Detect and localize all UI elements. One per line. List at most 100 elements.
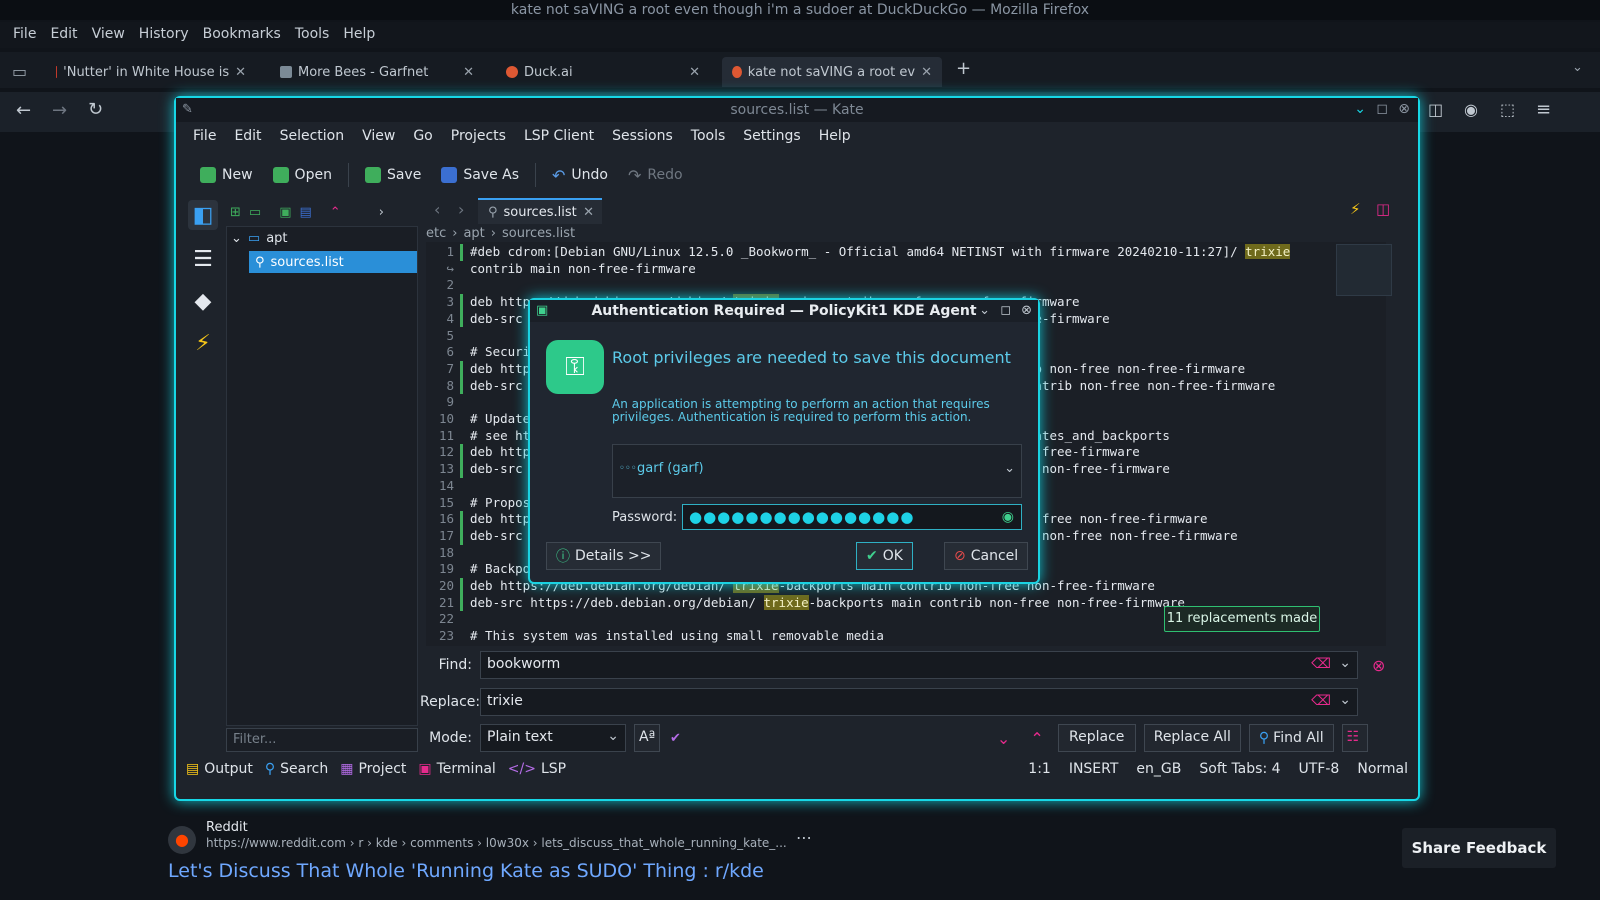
lsp-tool-button[interactable]: </> LSP — [502, 761, 572, 777]
back-arrow-icon[interactable]: ← — [16, 100, 31, 121]
menu-go[interactable]: Go — [404, 124, 441, 150]
close-search-icon[interactable]: ⊗ — [1372, 656, 1385, 675]
chevron-right-icon[interactable]: › — [458, 200, 464, 219]
user-select[interactable]: ◦◦◦ garf (garf) ⌄ — [612, 444, 1022, 498]
share-feedback-button[interactable]: Share Feedback — [1402, 828, 1556, 868]
window-close-icon[interactable]: ⊗ — [1398, 101, 1410, 117]
account-icon[interactable]: ◉ — [1464, 100, 1478, 119]
redo-button[interactable]: ↷ Redo — [620, 162, 691, 189]
lightning-icon[interactable]: ⚡ — [188, 328, 218, 358]
encoding[interactable]: UTF-8 — [1299, 761, 1340, 777]
input-mode[interactable]: INSERT — [1069, 761, 1119, 777]
pocket-icon[interactable]: ◫ — [1428, 100, 1443, 119]
ff-menu-edit[interactable]: Edit — [43, 22, 84, 48]
ff-menu-history[interactable]: History — [132, 22, 196, 48]
close-icon[interactable]: ✕ — [235, 65, 246, 80]
documents-panel-icon[interactable]: ◧ — [188, 200, 218, 230]
save-icon[interactable]: ▣ — [279, 205, 291, 220]
menu-sessions[interactable]: Sessions — [603, 124, 682, 150]
menu-tools[interactable]: Tools — [682, 124, 735, 150]
chevron-right-icon[interactable]: › — [379, 205, 384, 220]
tab-sources-list[interactable]: ⚲ sources.list ✕ — [478, 198, 602, 224]
more-options-icon[interactable]: ⋯ — [796, 828, 812, 847]
minimize-icon[interactable]: ⌄ — [1354, 101, 1366, 117]
output-tool-button[interactable]: ▤ Output — [180, 761, 259, 777]
tab-list-chevron-icon[interactable]: ⌄ — [1572, 60, 1583, 75]
hamburger-menu-icon[interactable]: ≡ — [1536, 99, 1551, 120]
chevron-left-icon[interactable]: ‹ — [434, 200, 440, 219]
close-icon[interactable]: ✕ — [463, 65, 474, 80]
chevron-down-icon[interactable]: ⌄ — [1339, 692, 1351, 708]
minimap[interactable] — [1336, 244, 1392, 296]
mode-select[interactable]: Plain text ⌄ — [480, 724, 626, 752]
replace-input[interactable]: trixie ⌫ ⌄ — [480, 688, 1358, 716]
close-icon[interactable]: ✕ — [689, 65, 700, 80]
ok-button[interactable]: ✔ OK — [856, 542, 913, 570]
menu-help[interactable]: Help — [810, 124, 860, 150]
code-line[interactable]: contrib main non-free-firmware — [470, 261, 696, 276]
ff-menu-bookmarks[interactable]: Bookmarks — [196, 22, 288, 48]
cancel-button[interactable]: ⊘ Cancel — [944, 542, 1029, 570]
close-icon[interactable]: ✕ — [583, 205, 594, 220]
indentation[interactable]: Soft Tabs: 4 — [1199, 761, 1280, 777]
ff-menu-view[interactable]: View — [85, 22, 132, 48]
ff-tab-nutter[interactable]: 'Nutter' in White House is ✕ — [46, 57, 256, 87]
forward-arrow-icon[interactable]: → — [52, 100, 67, 121]
prev-match-chevron-up-icon[interactable]: ⌃ — [1030, 729, 1043, 748]
syntax-mode[interactable]: Normal — [1357, 761, 1408, 777]
code-line[interactable]: # This system was installed using small … — [470, 628, 884, 643]
match-case-icon[interactable]: Aª — [634, 724, 660, 752]
chevron-up-icon[interactable]: ⌃ — [330, 205, 341, 220]
breadcrumb-etc[interactable]: etc — [426, 226, 446, 241]
maximize-icon[interactable]: ◻ — [1000, 303, 1011, 318]
tree-folder-apt[interactable]: ⌄ ▭ apt — [231, 231, 288, 246]
split-view-icon[interactable]: ◫ — [1376, 200, 1390, 218]
git-icon[interactable]: ◆ — [188, 286, 218, 316]
next-match-chevron-down-icon[interactable]: ⌄ — [997, 729, 1010, 748]
cursor-position[interactable]: 1:1 — [1028, 761, 1051, 777]
ff-tab-bees[interactable]: More Bees - Garfnet ✕ — [270, 57, 484, 87]
window-close-icon[interactable]: ⊗ — [1021, 303, 1032, 318]
replace-all-button[interactable]: Replace All — [1143, 724, 1241, 752]
clear-icon[interactable]: ⌫ — [1311, 656, 1331, 672]
menu-settings[interactable]: Settings — [734, 124, 809, 150]
maximize-icon[interactable]: ◻ — [1376, 101, 1388, 117]
tree-file-sources-list[interactable]: ⚲ sources.list — [249, 251, 417, 273]
breadcrumb-apt[interactable]: apt — [463, 226, 484, 241]
chevron-down-icon[interactable]: ⌄ — [607, 728, 619, 744]
filter-input[interactable]: Filter... — [226, 728, 418, 752]
ff-menu-file[interactable]: File — [6, 22, 43, 48]
reload-icon[interactable]: ↻ — [88, 99, 103, 120]
result-title-link[interactable]: Let's Discuss That Whole 'Running Kate a… — [168, 860, 764, 882]
terminal-tool-button[interactable]: ▣ Terminal — [412, 761, 501, 777]
find-input[interactable]: bookworm ⌫ ⌄ — [480, 651, 1358, 679]
code-line[interactable]: deb-src https://deb.debian.org/debian/ t… — [470, 594, 1185, 610]
search-tool-button[interactable]: ⚲ Search — [259, 761, 334, 777]
menu-edit[interactable]: Edit — [225, 124, 270, 150]
extensions-icon[interactable]: ⬚ — [1500, 100, 1515, 119]
clear-icon[interactable]: ⌫ — [1311, 693, 1331, 709]
menu-projects[interactable]: Projects — [442, 124, 515, 150]
symbols-list-icon[interactable]: ☰ — [188, 244, 218, 274]
lightning-icon[interactable]: ⚡ — [1350, 200, 1361, 218]
menu-file[interactable]: File — [184, 124, 225, 150]
ff-tab-duckai[interactable]: Duck.ai ✕ — [496, 57, 710, 87]
code-line[interactable]: #deb cdrom:[Debian GNU/Linux 12.5.0 _Boo… — [470, 244, 1291, 259]
minimize-icon[interactable]: ⌄ — [979, 303, 990, 318]
close-icon[interactable]: ✕ — [921, 65, 932, 80]
tab-overview-icon[interactable]: ▭ — [12, 62, 27, 81]
replace-button[interactable]: Replace — [1057, 724, 1136, 752]
ff-tab-kate-search[interactable]: kate not saVING a root ev ✕ — [722, 57, 942, 87]
undo-button[interactable]: ↶ Undo — [544, 162, 616, 189]
menu-lsp-client[interactable]: LSP Client — [515, 124, 603, 150]
ff-menu-tools[interactable]: Tools — [288, 22, 337, 48]
new-tab-button[interactable]: + — [956, 58, 971, 79]
new-button[interactable]: New — [192, 163, 261, 187]
new-file-icon[interactable]: ⊞ — [230, 205, 241, 220]
dictionary[interactable]: en_GB — [1136, 761, 1181, 777]
new-folder-icon[interactable]: ▭ — [249, 205, 261, 220]
save-button[interactable]: Save — [357, 163, 429, 187]
search-options-icon[interactable]: ☷ — [1341, 724, 1368, 752]
show-password-eye-icon[interactable]: ◉ — [1002, 505, 1015, 529]
ff-menu-help[interactable]: Help — [336, 22, 382, 48]
